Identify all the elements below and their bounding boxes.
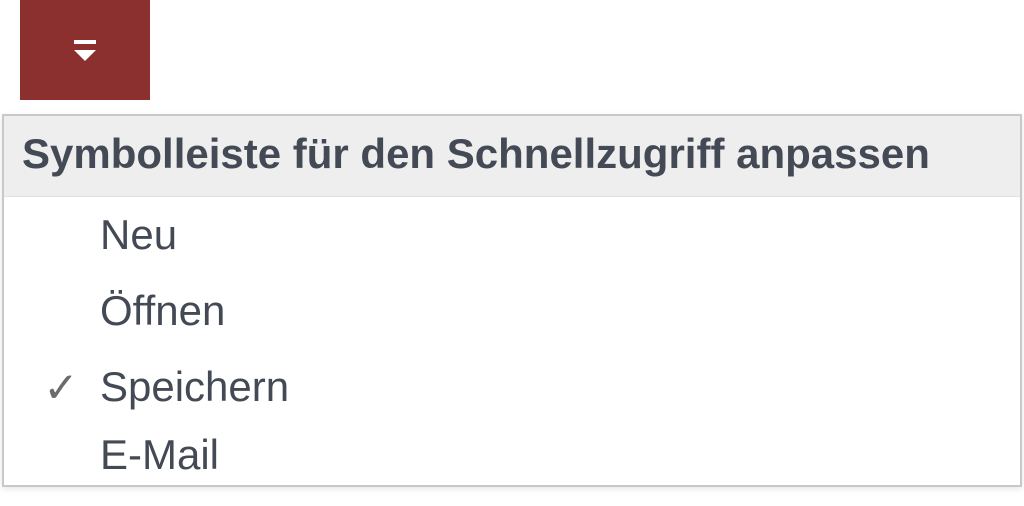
menu-item-oeffnen[interactable]: Öffnen [4, 273, 1020, 349]
qat-dropdown-header: Symbolleiste für den Schnellzugriff anpa… [4, 116, 1020, 197]
customize-qat-button[interactable] [20, 0, 150, 100]
qat-dropdown: Symbolleiste für den Schnellzugriff anpa… [2, 114, 1022, 487]
menu-item-label: Speichern [100, 363, 289, 411]
customize-qat-icon [74, 40, 96, 61]
menu-item-label: Öffnen [100, 287, 225, 335]
menu-item-email[interactable]: E-Mail [4, 425, 1020, 485]
menu-item-label: Neu [100, 211, 177, 259]
menu-item-neu[interactable]: Neu [4, 197, 1020, 273]
menu-item-speichern[interactable]: ✓ Speichern [4, 349, 1020, 425]
menu-item-label: E-Mail [100, 431, 219, 479]
check-icon: ✓ [22, 363, 100, 412]
